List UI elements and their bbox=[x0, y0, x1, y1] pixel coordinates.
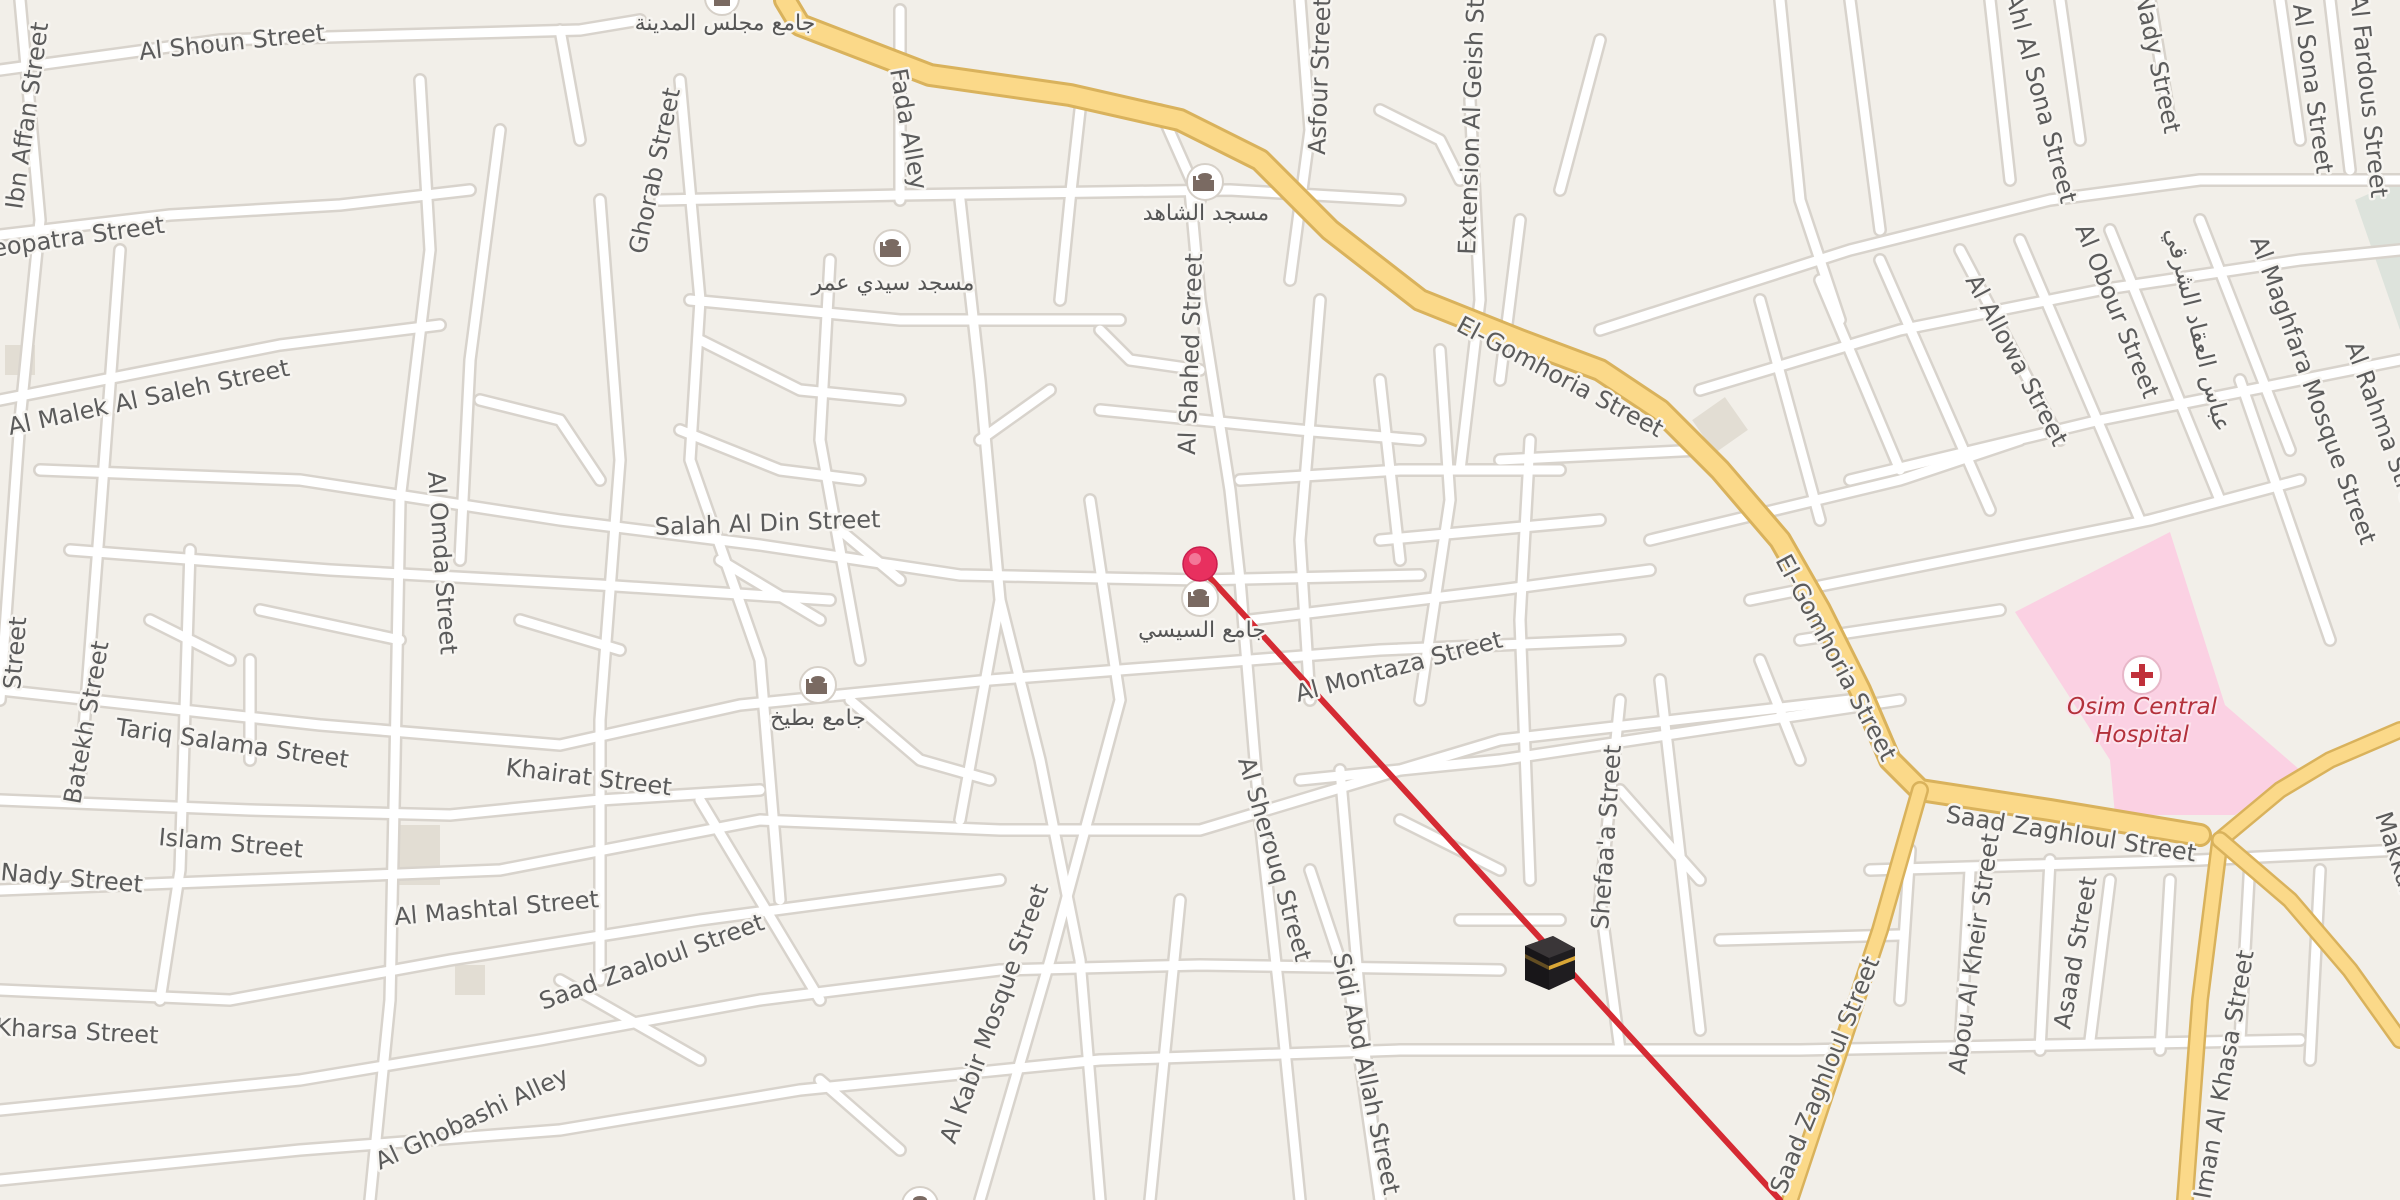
hospital-label-line1: Osim Central bbox=[2067, 694, 2218, 720]
building bbox=[455, 965, 485, 995]
poi-label: جامع مجلس المدينة bbox=[635, 11, 816, 36]
mosque-icon bbox=[1186, 163, 1224, 201]
poi-label: جامع بطيخ bbox=[770, 706, 866, 731]
mosque-icon bbox=[799, 666, 837, 704]
hospital-icon bbox=[2122, 655, 2162, 695]
poi-label: جامع السيسي bbox=[1138, 618, 1266, 643]
poi-label: مسجد سيدي عمر bbox=[811, 271, 975, 296]
map-canvas[interactable]: Al Shoun Street Ibn Affan Street Cleopat… bbox=[0, 0, 2400, 1200]
map-view[interactable]: Al Shoun Street Ibn Affan Street Cleopat… bbox=[0, 0, 2400, 1200]
mosque-icon bbox=[873, 229, 911, 267]
mosque-icon bbox=[1181, 579, 1219, 617]
street-label-asfour: Asfour Street bbox=[1303, 0, 1336, 155]
poi-label: مسجد الشاهد bbox=[1143, 201, 1269, 226]
selected-location-pin[interactable] bbox=[1182, 546, 1218, 582]
hospital-label-line2: Hospital bbox=[2095, 722, 2189, 748]
